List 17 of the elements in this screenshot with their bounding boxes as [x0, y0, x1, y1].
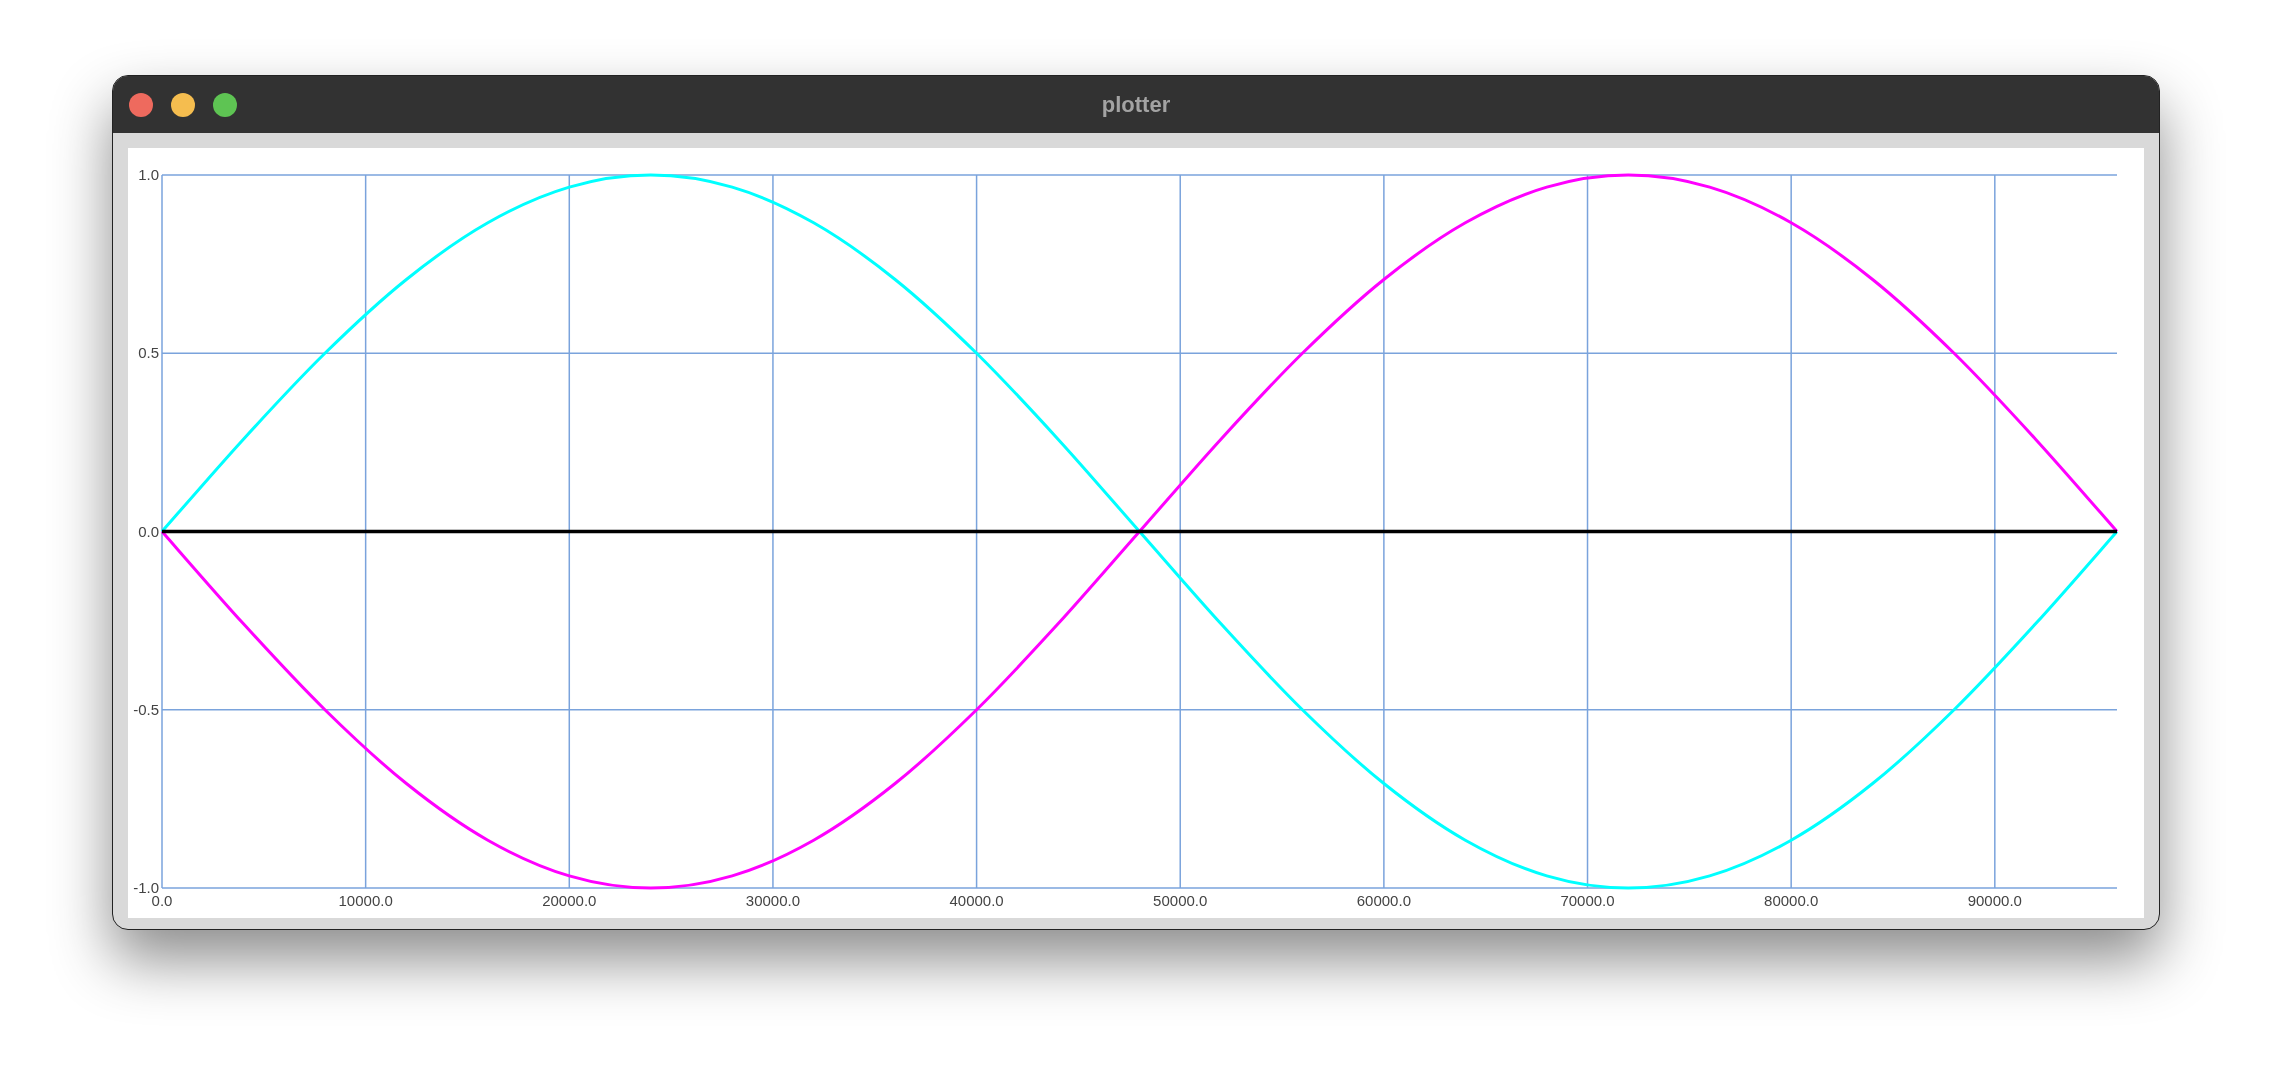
- x-tick-label: 20000.0: [542, 892, 597, 909]
- y-tick-label: 1.0: [138, 166, 159, 183]
- y-tick-label: -0.5: [133, 700, 159, 718]
- window-title: plotter: [1101, 91, 1171, 118]
- close-button[interactable]: [129, 92, 153, 117]
- x-tick-label: 40000.0: [949, 892, 1004, 909]
- zoom-button[interactable]: [213, 92, 237, 117]
- x-tick-label: 60000.0: [1356, 892, 1411, 909]
- x-tick-label: 10000.0: [338, 892, 393, 909]
- x-tick-label: 80000.0: [1764, 892, 1819, 909]
- x-tick-label: 50000.0: [1153, 892, 1208, 909]
- minimize-button[interactable]: [171, 92, 195, 117]
- x-tick-label: 30000.0: [745, 892, 801, 909]
- x-tick-label: 90000.0: [1967, 892, 2022, 909]
- x-tick-label: 70000.0: [1560, 892, 1615, 909]
- y-tick-label: 0.5: [138, 344, 159, 362]
- y-tick-label: 0.0: [138, 522, 159, 540]
